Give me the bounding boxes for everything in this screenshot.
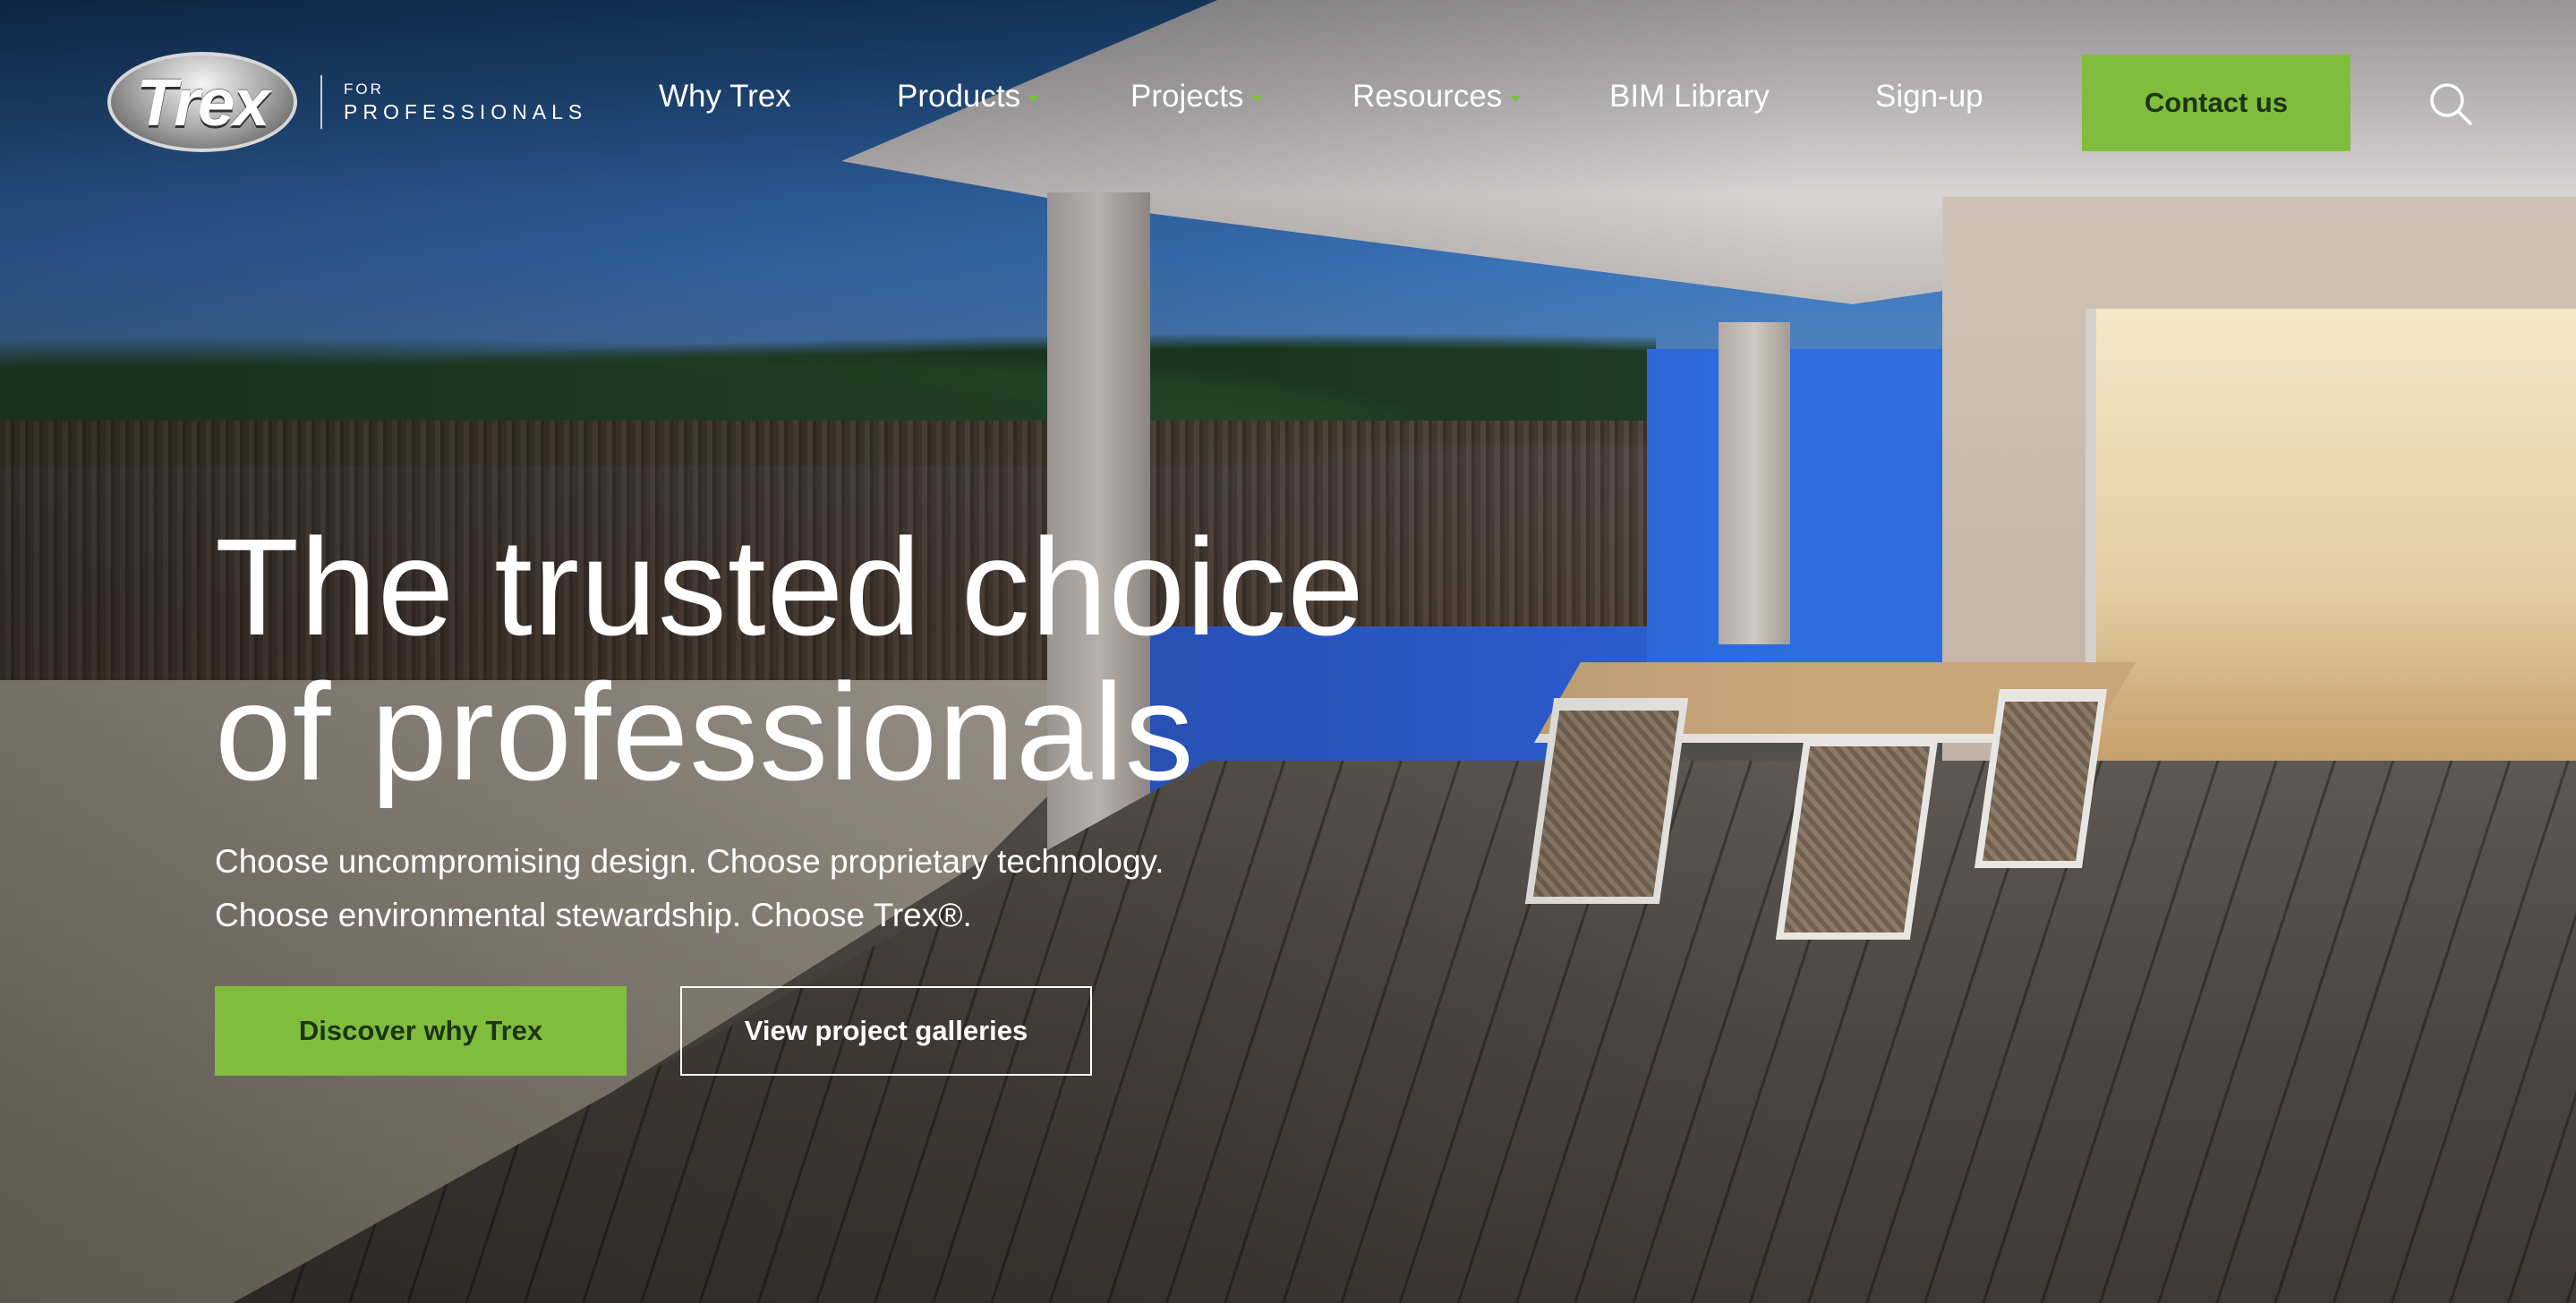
site-header: Trex FOR PROFESSIONALS Why Trex Products… <box>0 0 2576 206</box>
nav-item-why-trex[interactable]: Why Trex <box>659 79 791 115</box>
search-icon[interactable] <box>2426 79 2476 129</box>
logo-subtitle: FOR PROFESSIONALS <box>344 81 587 123</box>
nav-item-label: Why Trex <box>659 79 791 114</box>
hero-section: Trex FOR PROFESSIONALS Why Trex Products… <box>0 0 2576 1303</box>
nav-item-label: Sign-up <box>1875 79 1983 114</box>
hero-headline: The trusted choice of professionals <box>215 515 1468 805</box>
logo-professionals-label: PROFESSIONALS <box>344 100 588 123</box>
discover-why-trex-button[interactable]: Discover why Trex <box>215 986 627 1076</box>
contact-us-button[interactable]: Contact us <box>2082 55 2350 151</box>
nav-item-label: Products <box>897 79 1021 114</box>
nav-item-products[interactable]: Products <box>897 79 1040 115</box>
nav-item-bim-library[interactable]: BIM Library <box>1609 79 1770 115</box>
hero-content: The trusted choice of professionals Choo… <box>215 515 1468 1076</box>
nav-item-projects[interactable]: Projects <box>1130 79 1263 115</box>
nav-item-label: BIM Library <box>1609 79 1770 114</box>
hero-headline-line: of professionals <box>215 655 1195 809</box>
nav-item-label: Projects <box>1130 79 1244 114</box>
caret-down-icon <box>1510 95 1522 102</box>
hero-subtext-line: Choose uncompromising design. Choose pro… <box>215 843 1164 880</box>
hero-subtext-line: Choose environmental stewardship. Choose… <box>215 897 972 933</box>
nav-item-label: Resources <box>1352 79 1503 114</box>
logo-divider <box>320 75 322 129</box>
hero-subtext: Choose uncompromising design. Choose pro… <box>215 835 1468 942</box>
nav-item-sign-up[interactable]: Sign-up <box>1875 79 1983 115</box>
logo-for-label: FOR <box>344 81 384 98</box>
trex-logo-badge: Trex <box>107 52 297 152</box>
trex-logo[interactable]: Trex FOR PROFESSIONALS <box>107 52 587 152</box>
view-project-galleries-button[interactable]: View project galleries <box>680 986 1092 1076</box>
caret-down-icon <box>1251 95 1263 102</box>
nav-item-resources[interactable]: Resources <box>1352 79 1522 115</box>
caret-down-icon <box>1028 95 1040 102</box>
hero-headline-line: The trusted choice <box>215 510 1365 664</box>
